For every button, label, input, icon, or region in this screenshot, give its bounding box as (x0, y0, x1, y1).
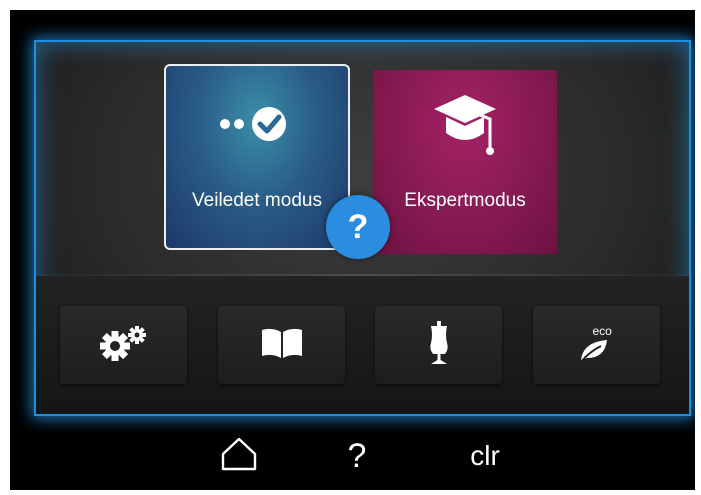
home-button[interactable] (208, 422, 270, 490)
guided-mode-tile[interactable]: Veiledet modus (164, 64, 350, 250)
dress-form-button[interactable] (375, 306, 502, 384)
guided-mode-label: Veiledet modus (192, 190, 322, 211)
device-frame: Veiledet modus Ekspertmodus ? eco ? clr (10, 10, 695, 490)
bottom-navigation: ? clr (10, 422, 695, 490)
home-icon (220, 436, 258, 477)
book-icon (260, 326, 304, 365)
mode-help-button[interactable]: ? (326, 195, 390, 259)
guided-steps-icon (166, 96, 348, 152)
eco-button[interactable]: eco (533, 306, 660, 384)
settings-button[interactable] (60, 306, 187, 384)
dress-form-icon (426, 320, 452, 370)
touch-screen: Veiledet modus Ekspertmodus ? eco (34, 40, 691, 416)
expert-mode-tile[interactable]: Ekspertmodus (373, 70, 557, 254)
eco-label: eco (592, 324, 612, 338)
manual-button[interactable] (218, 306, 345, 384)
graduation-cap-icon (373, 95, 557, 155)
clear-button[interactable]: clr (450, 422, 520, 490)
expert-mode-label: Ekspertmodus (404, 190, 526, 211)
help-button[interactable]: ? (332, 422, 382, 490)
settings-gears-icon (95, 323, 153, 368)
eco-leaf-icon: eco (575, 324, 619, 366)
